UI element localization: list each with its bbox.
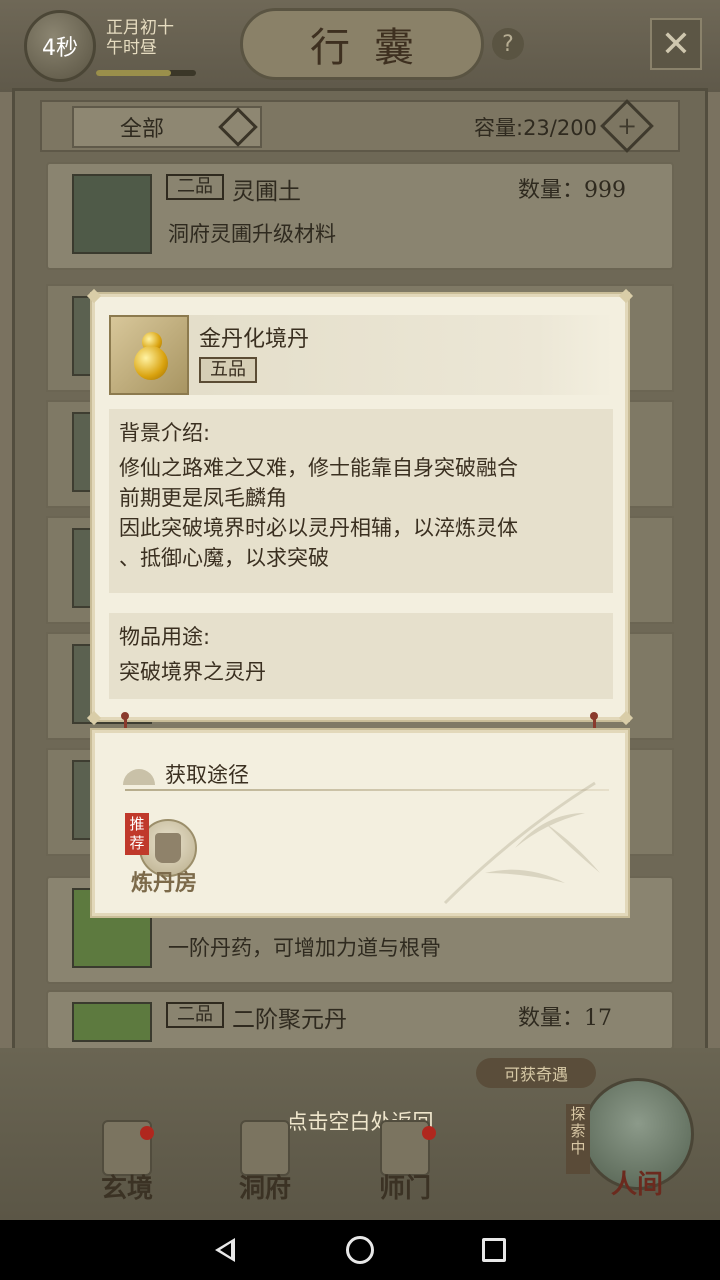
item-grade-tag: 五品 xyxy=(199,357,257,383)
usage-section: 物品用途: 突破境界之灵丹 xyxy=(109,613,613,699)
item-icon xyxy=(72,174,152,254)
item-description: 洞府灵圃升级材料 xyxy=(168,222,336,246)
category-filter-dropdown[interactable]: 全部 xyxy=(72,106,262,148)
app-screen[interactable]: 4秒 正月初十 午时昼 行囊 ? ✕ 全部 容量:23/200 + 二品 灵圃土… xyxy=(0,0,720,1220)
close-icon[interactable]: ✕ xyxy=(650,18,702,70)
golden-gourd-icon xyxy=(109,315,189,395)
item-name: 灵圃土 xyxy=(232,179,301,205)
list-item[interactable]: 二品 灵圃土 数量：999 洞府灵圃升级材料 xyxy=(46,162,674,270)
item-description: 一阶丹药，可增加力道与根骨 xyxy=(168,936,441,960)
hat-icon xyxy=(123,769,155,785)
nav-label: 洞府 xyxy=(238,1174,291,1204)
bamboo-decoration-icon xyxy=(443,781,600,905)
date-line-2: 午时昼 xyxy=(106,38,157,58)
nav-label: 人间 xyxy=(610,1170,663,1200)
nav-item-shimen[interactable]: 师门 xyxy=(350,1120,460,1210)
nav-item-xuanjing[interactable]: 玄境 xyxy=(72,1120,182,1210)
item-detail-popup: 金丹化境丹 五品 背景介绍: 修仙之路难之又难，修士能靠自身突破融合 前期更是凤… xyxy=(86,288,634,726)
item-name: 二阶聚元丹 xyxy=(232,1007,347,1033)
background-line: 、抵御心魔，以求突破 xyxy=(119,546,329,570)
item-header: 金丹化境丹 五品 xyxy=(109,315,613,395)
item-icon xyxy=(72,1002,152,1042)
chevron-down-icon xyxy=(218,107,258,147)
nav-label: 玄境 xyxy=(100,1174,153,1204)
background-line: 前期更是凤毛麟角 xyxy=(119,486,287,510)
nav-item-dongfu[interactable]: 洞府 xyxy=(210,1120,320,1210)
acquisition-card: 获取途径 推荐 炼丹房 xyxy=(92,730,628,916)
category-filter-label: 全部 xyxy=(120,117,165,142)
item-quantity: 数量：17 xyxy=(518,1006,612,1031)
nav-label: 师门 xyxy=(378,1174,431,1204)
notification-dot xyxy=(140,1126,154,1140)
timer-badge: 4秒 xyxy=(24,10,96,82)
item-name: 金丹化境丹 xyxy=(199,327,310,352)
background-title: 背景介绍: xyxy=(119,421,211,445)
bag-capacity: 容量:23/200 xyxy=(474,116,597,140)
page-title: 行囊 xyxy=(240,8,484,80)
game-date: 正月初十 午时昼 xyxy=(106,18,174,58)
home-icon[interactable] xyxy=(346,1236,374,1264)
usage-text: 突破境界之灵丹 xyxy=(119,660,266,684)
opportunity-badge[interactable]: 可获奇遇 xyxy=(476,1058,596,1088)
expand-capacity-button[interactable]: + xyxy=(600,99,654,153)
notification-dot xyxy=(422,1126,436,1140)
list-item[interactable]: 二品 二阶聚元丹 数量：17 xyxy=(46,990,674,1050)
item-grade-tag: 二品 xyxy=(166,1002,224,1028)
background-line: 修仙之路难之又难，修士能靠自身突破融合 xyxy=(119,456,518,480)
background-section: 背景介绍: 修仙之路难之又难，修士能靠自身突破融合 前期更是凤毛麟角 因此突破境… xyxy=(109,409,613,593)
source-label: 炼丹房 xyxy=(131,870,198,896)
time-progress-bar xyxy=(96,70,196,76)
usage-title: 物品用途: xyxy=(119,625,211,649)
recommend-badge: 推荐 xyxy=(125,813,149,855)
date-line-1: 正月初十 xyxy=(106,18,174,38)
bag-toolbar: 全部 容量:23/200 + xyxy=(40,99,680,153)
background-line: 因此突破境界时必以灵丹相辅，以淬炼灵体 xyxy=(119,516,518,540)
acquisition-title: 获取途径 xyxy=(165,763,249,787)
question-icon[interactable]: ? xyxy=(492,28,524,60)
nav-item-renjian[interactable]: 人间 xyxy=(582,1120,692,1210)
item-grade-tag: 二品 xyxy=(166,174,224,200)
alchemy-room-source[interactable]: 推荐 炼丹房 xyxy=(125,813,235,905)
recent-apps-icon[interactable] xyxy=(482,1238,506,1262)
item-quantity: 数量：999 xyxy=(518,178,626,203)
